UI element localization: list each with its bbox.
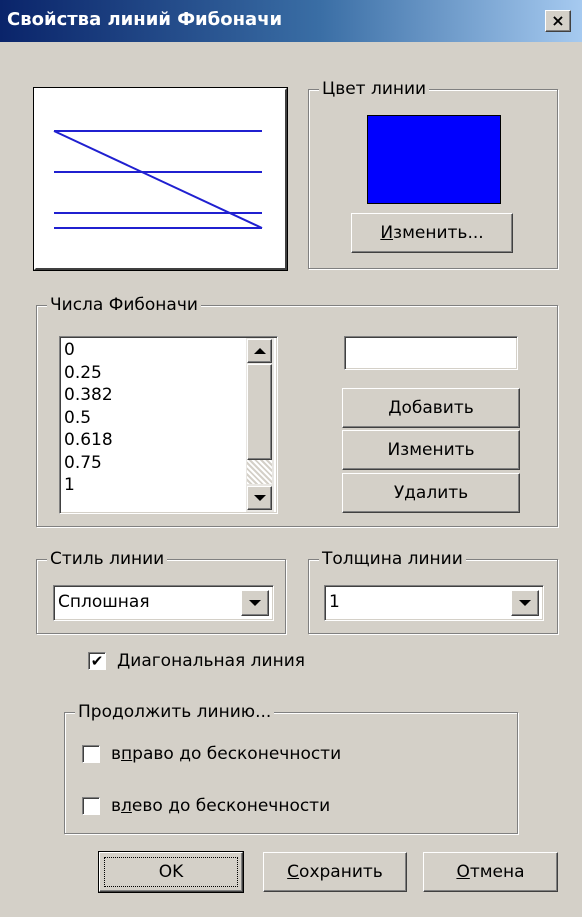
extend-right-checkbox[interactable]: [82, 745, 100, 763]
fibonacci-properties-dialog: Свойства линий Фибоначи × Цвет линии Изм…: [0, 0, 582, 917]
fibonacci-numbers-group-label: Числа Фибоначи: [47, 295, 201, 315]
extend-left-checkbox[interactable]: [82, 797, 100, 815]
scroll-up-arrow-icon: [253, 348, 266, 354]
line-style-dropdown-button[interactable]: [241, 590, 269, 616]
delete-level-button[interactable]: Удалить: [342, 473, 520, 513]
window-title: Свойства линий Фибоначи: [7, 9, 283, 30]
extend-line-group-label: Продолжить линию...: [75, 702, 275, 722]
line-width-group-label: Толщина линии: [319, 549, 466, 569]
list-item[interactable]: 0.382: [64, 384, 113, 407]
list-item[interactable]: 0.5: [64, 407, 113, 430]
line-color-group-label: Цвет линии: [319, 79, 430, 99]
line-width-value: 1: [329, 592, 340, 612]
extend-right-label[interactable]: вправо до бесконечности: [111, 744, 341, 764]
scroll-down-button[interactable]: [247, 486, 272, 510]
cancel-button[interactable]: Отмена: [423, 852, 558, 892]
list-item[interactable]: 0: [64, 339, 113, 362]
save-button[interactable]: Сохранить: [263, 852, 407, 892]
line-color-swatch: [367, 115, 501, 204]
checkmark-icon: ✔: [90, 651, 104, 670]
fibonacci-value-input[interactable]: [344, 336, 518, 370]
fibonacci-preview-graphic: [53, 130, 263, 229]
list-item[interactable]: 0.25: [64, 362, 113, 385]
line-width-select[interactable]: 1: [324, 585, 544, 621]
fibonacci-list-scrollbar[interactable]: [246, 338, 274, 512]
extend-left-label[interactable]: влево до бесконечности: [111, 796, 330, 816]
line-style-value: Сплошная: [58, 592, 150, 612]
close-button[interactable]: ×: [545, 10, 571, 32]
diagonal-line-label[interactable]: Диагональная линия: [117, 651, 305, 671]
line-style-group-label: Стиль линии: [47, 549, 168, 569]
list-item[interactable]: 0.75: [64, 452, 113, 475]
change-color-button[interactable]: Изменить...: [351, 213, 513, 253]
ok-button[interactable]: OK: [98, 851, 244, 893]
title-bar[interactable]: Свойства линий Фибоначи ×: [0, 0, 582, 42]
scroll-track[interactable]: [247, 460, 272, 484]
list-item[interactable]: 0.618: [64, 429, 113, 452]
chevron-down-icon: [519, 600, 531, 606]
scroll-up-button[interactable]: [247, 339, 272, 363]
chevron-down-icon: [249, 600, 261, 606]
list-item[interactable]: 1: [64, 474, 113, 497]
scroll-down-arrow-icon: [253, 495, 266, 501]
line-width-dropdown-button[interactable]: [511, 590, 539, 616]
line-style-select[interactable]: Сплошная: [53, 585, 274, 621]
close-icon: ×: [551, 11, 565, 30]
add-level-button[interactable]: Добавить: [342, 388, 520, 428]
line-preview: [33, 87, 288, 271]
edit-level-button[interactable]: Изменить: [342, 430, 520, 470]
diagonal-line-checkbox[interactable]: ✔: [88, 652, 106, 670]
scroll-thumb[interactable]: [247, 364, 272, 460]
